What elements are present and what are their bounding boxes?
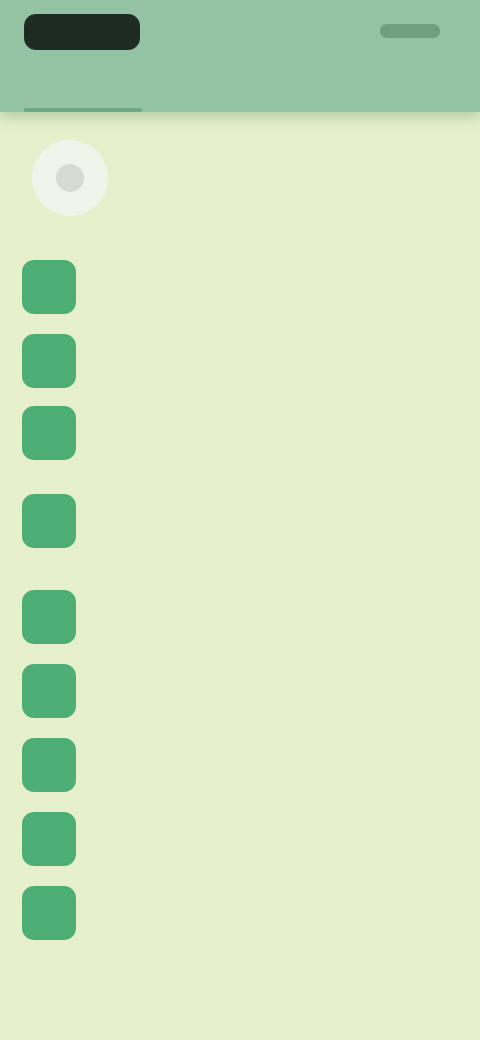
menu-item-icon bbox=[22, 334, 76, 388]
avatar[interactable] bbox=[32, 140, 108, 216]
top-app-bar bbox=[0, 0, 480, 112]
tab-first[interactable] bbox=[28, 80, 138, 102]
menu-item-icon bbox=[22, 494, 76, 548]
profile-header[interactable] bbox=[0, 130, 480, 230]
active-tab-indicator bbox=[24, 108, 142, 112]
menu-item-icon bbox=[22, 590, 76, 644]
menu-item-icon bbox=[22, 738, 76, 792]
status-bar-time bbox=[24, 14, 140, 50]
menu-item-icon bbox=[22, 886, 76, 940]
user-avatar-icon bbox=[56, 164, 84, 192]
menu-item-icon bbox=[22, 812, 76, 866]
menu-item-icon bbox=[22, 664, 76, 718]
tab-second[interactable] bbox=[190, 80, 286, 102]
menu-item-icon bbox=[22, 260, 76, 314]
tab-bar bbox=[0, 70, 480, 112]
status-bar-indicators bbox=[380, 24, 440, 38]
menu-item-icon bbox=[22, 406, 76, 460]
